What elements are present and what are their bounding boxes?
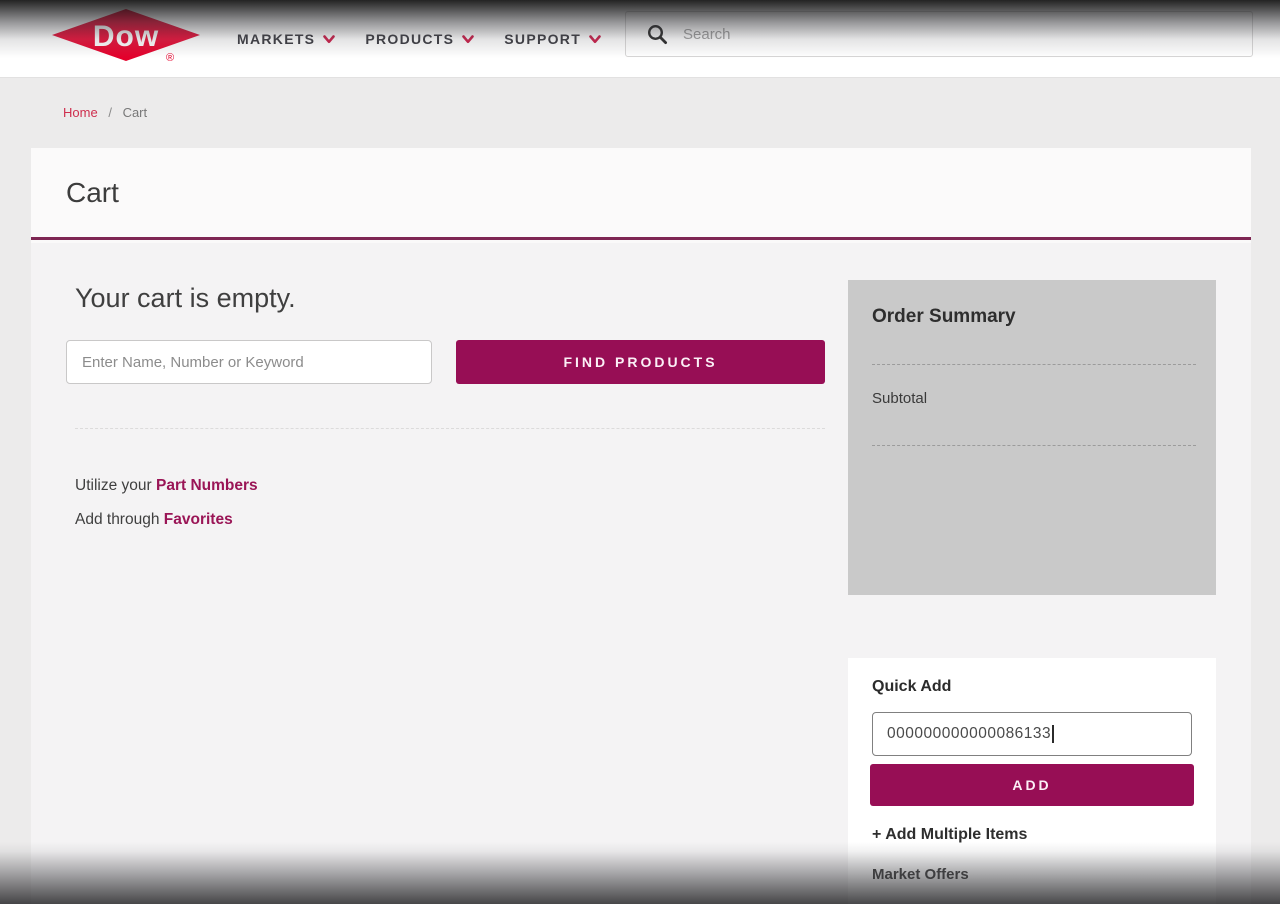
breadcrumb: Home / Cart (63, 105, 147, 120)
order-summary-divider (872, 364, 1196, 365)
search-input[interactable] (683, 12, 1252, 56)
nav-item-products[interactable]: PRODUCTS (365, 31, 474, 47)
quick-add-panel: Quick Add 000000000000086133 ADD + Add M… (848, 658, 1216, 904)
quick-add-title: Quick Add (872, 678, 951, 696)
dow-logo[interactable]: Dow ® (50, 8, 202, 64)
favorites-link[interactable]: Favorites (164, 511, 233, 528)
breadcrumb-separator: / (108, 105, 112, 120)
add-through-text: Add through (75, 511, 159, 528)
nav-markets-label: MARKETS (237, 31, 315, 47)
order-summary-divider (872, 445, 1196, 446)
add-button[interactable]: ADD (870, 764, 1194, 806)
nav-support-label: SUPPORT (504, 31, 581, 47)
cart-card: Cart Your cart is empty. FIND PRODUCTS U… (31, 148, 1251, 904)
nav-item-support[interactable]: SUPPORT (504, 31, 601, 47)
header-search-box[interactable] (625, 11, 1253, 57)
product-search-input[interactable] (66, 340, 432, 384)
page-title: Cart (66, 177, 119, 209)
find-products-button[interactable]: FIND PRODUCTS (456, 340, 825, 384)
quick-add-input-value: 000000000000086133 (887, 725, 1051, 743)
market-offers-link[interactable]: Market Offers (872, 866, 969, 883)
search-icon (646, 23, 668, 45)
quick-add-input[interactable]: 000000000000086133 (872, 712, 1192, 756)
cart-content: Your cart is empty. FIND PRODUCTS Utiliz… (31, 243, 1251, 904)
add-multiple-items-link[interactable]: + Add Multiple Items (872, 826, 1027, 844)
chevron-down-icon (462, 35, 474, 44)
nav-products-label: PRODUCTS (365, 31, 454, 47)
cart-title-row: Cart (31, 148, 1251, 240)
part-numbers-link[interactable]: Part Numbers (156, 477, 258, 494)
utilize-part-numbers-line: Utilize your Part Numbers (75, 477, 258, 495)
chevron-down-icon (323, 35, 335, 44)
order-summary-title: Order Summary (872, 306, 1016, 328)
utilize-text: Utilize your (75, 477, 152, 494)
add-through-favorites-line: Add through Favorites (75, 511, 233, 529)
dow-logo-text: Dow (93, 20, 159, 53)
chevron-down-icon (589, 35, 601, 44)
registered-mark: ® (166, 52, 174, 64)
breadcrumb-current: Cart (123, 105, 148, 120)
order-summary-panel: Order Summary Subtotal (848, 280, 1216, 595)
main-nav: MARKETS PRODUCTS SUPPORT (237, 0, 601, 78)
empty-cart-message: Your cart is empty. (75, 283, 296, 314)
dow-diamond-icon: Dow ® (50, 8, 202, 64)
text-cursor (1052, 725, 1054, 743)
subtotal-label: Subtotal (872, 390, 927, 407)
site-header: Dow ® MARKETS PRODUCTS SUPPORT (0, 0, 1280, 78)
breadcrumb-home-link[interactable]: Home (63, 105, 98, 120)
nav-item-markets[interactable]: MARKETS (237, 31, 335, 47)
content-divider (75, 428, 825, 429)
